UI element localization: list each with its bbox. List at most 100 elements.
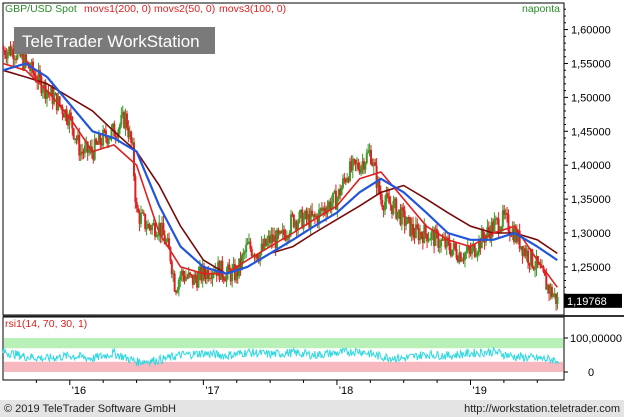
candle-body — [527, 250, 530, 264]
candle-body — [6, 51, 9, 59]
candle-body — [462, 259, 465, 261]
candle-body — [506, 212, 509, 215]
time-axis-tick-label: '17 — [205, 385, 219, 397]
candle-body — [102, 129, 105, 146]
candle-body — [142, 212, 145, 214]
last-price-badge: 1,19768 — [564, 293, 622, 308]
price-axis-tick-label: 1,50000 — [571, 92, 611, 104]
candle-body — [406, 217, 409, 224]
candle-body — [83, 145, 86, 154]
candle-body — [416, 224, 419, 229]
candle-body — [367, 151, 370, 153]
candle-body — [384, 201, 387, 211]
candle-body — [134, 176, 137, 203]
candle-body — [170, 261, 173, 275]
candle-body — [386, 193, 389, 197]
candle-body — [246, 242, 249, 245]
candle-body — [186, 277, 189, 279]
candle-body — [130, 131, 133, 143]
candle-body — [482, 230, 485, 238]
period-label: naponta — [522, 3, 560, 15]
rsi-oversold-band — [4, 361, 563, 372]
candle-body — [154, 222, 157, 237]
movs1-label: movs1(200, 0) — [84, 3, 151, 15]
rsi-panel[interactable]: rsi1(14, 70, 30, 1) — [2, 316, 565, 381]
candle-body — [179, 275, 182, 281]
candle-body — [144, 213, 147, 229]
candle-body — [396, 211, 399, 219]
candle-body — [33, 72, 36, 76]
candle-body — [465, 251, 468, 254]
panel-separator-axis — [564, 315, 624, 317]
candle-body — [552, 295, 555, 297]
rsi-overbought-band — [4, 338, 563, 349]
candle-body — [139, 213, 142, 224]
price-axis-tick-label: 1,60000 — [571, 25, 611, 37]
candle-body — [221, 260, 224, 278]
price-axis-tick-label: 1,25000 — [571, 262, 611, 274]
movs2-label: movs2(50, 0) — [154, 3, 215, 15]
price-axis-tick-label: 1,55000 — [571, 58, 611, 70]
candle-body — [99, 134, 102, 144]
candle-body — [41, 90, 44, 94]
candle-body — [365, 152, 368, 163]
candle-body — [182, 270, 185, 276]
candle-body — [243, 252, 246, 254]
candle-body — [476, 252, 479, 256]
candle-body — [343, 178, 346, 180]
movs3-label: movs3(100, 0) — [219, 3, 286, 15]
price-axis-tick-label: 1,45000 — [571, 126, 611, 138]
candle-body — [173, 273, 176, 292]
candle-body — [120, 114, 123, 125]
candle-body — [107, 139, 110, 144]
candle-body — [240, 255, 243, 268]
rsi-axis-tick-label-0: 0 — [588, 367, 594, 379]
price-panel[interactable]: TeleTrader WorkStation GBP/USD Spot movs… — [2, 2, 565, 316]
candle-body — [451, 249, 454, 256]
candle-body — [194, 274, 197, 279]
candle-body — [145, 228, 148, 230]
footer-link[interactable]: http://workstation.teletrader.com — [464, 403, 620, 415]
rsi-label: rsi1(14, 70, 30, 1) — [5, 318, 87, 330]
candle-body — [351, 159, 354, 171]
candle-body — [402, 207, 405, 211]
candle-body — [412, 224, 415, 235]
candle-body — [222, 277, 225, 281]
candle-body — [125, 113, 128, 128]
candle-body — [392, 200, 395, 214]
candle-body — [556, 297, 559, 304]
candle-body — [228, 264, 231, 271]
candle-body — [364, 162, 367, 170]
candle-body — [156, 234, 159, 237]
rsi-axis-tick-label-100: 100,00000 — [570, 333, 622, 345]
candle-body — [357, 163, 360, 169]
candle-body — [177, 280, 180, 290]
candle-body — [72, 128, 75, 139]
candle-body — [403, 210, 406, 226]
time-axis-tick-label: '16 — [72, 385, 86, 397]
candle-body — [148, 223, 151, 227]
price-axis-tick-label: 1,30000 — [571, 228, 611, 240]
candle-body — [374, 162, 377, 166]
price-axis-tick-label: 1,40000 — [571, 160, 611, 172]
candle-body — [151, 224, 154, 231]
candle-body — [298, 211, 301, 223]
candle-body — [242, 252, 245, 256]
candle-body — [473, 244, 476, 257]
candle-body — [534, 268, 537, 270]
candle-body — [197, 272, 200, 288]
price-axis-tick-label: 1,35000 — [571, 194, 611, 206]
candle-body — [323, 207, 326, 212]
symbol-label: GBP/USD Spot — [5, 3, 77, 15]
candle-body — [454, 243, 457, 249]
candle-body — [455, 248, 458, 259]
candle-body — [388, 196, 391, 204]
candle-body — [3, 50, 6, 56]
candle-body — [340, 187, 343, 196]
candle-body — [189, 272, 192, 275]
candle-body — [69, 112, 72, 117]
candle-body — [448, 241, 451, 251]
candle-body — [341, 178, 344, 188]
watermark-text: TeleTrader WorkStation — [22, 32, 200, 51]
candle-body — [420, 232, 423, 236]
